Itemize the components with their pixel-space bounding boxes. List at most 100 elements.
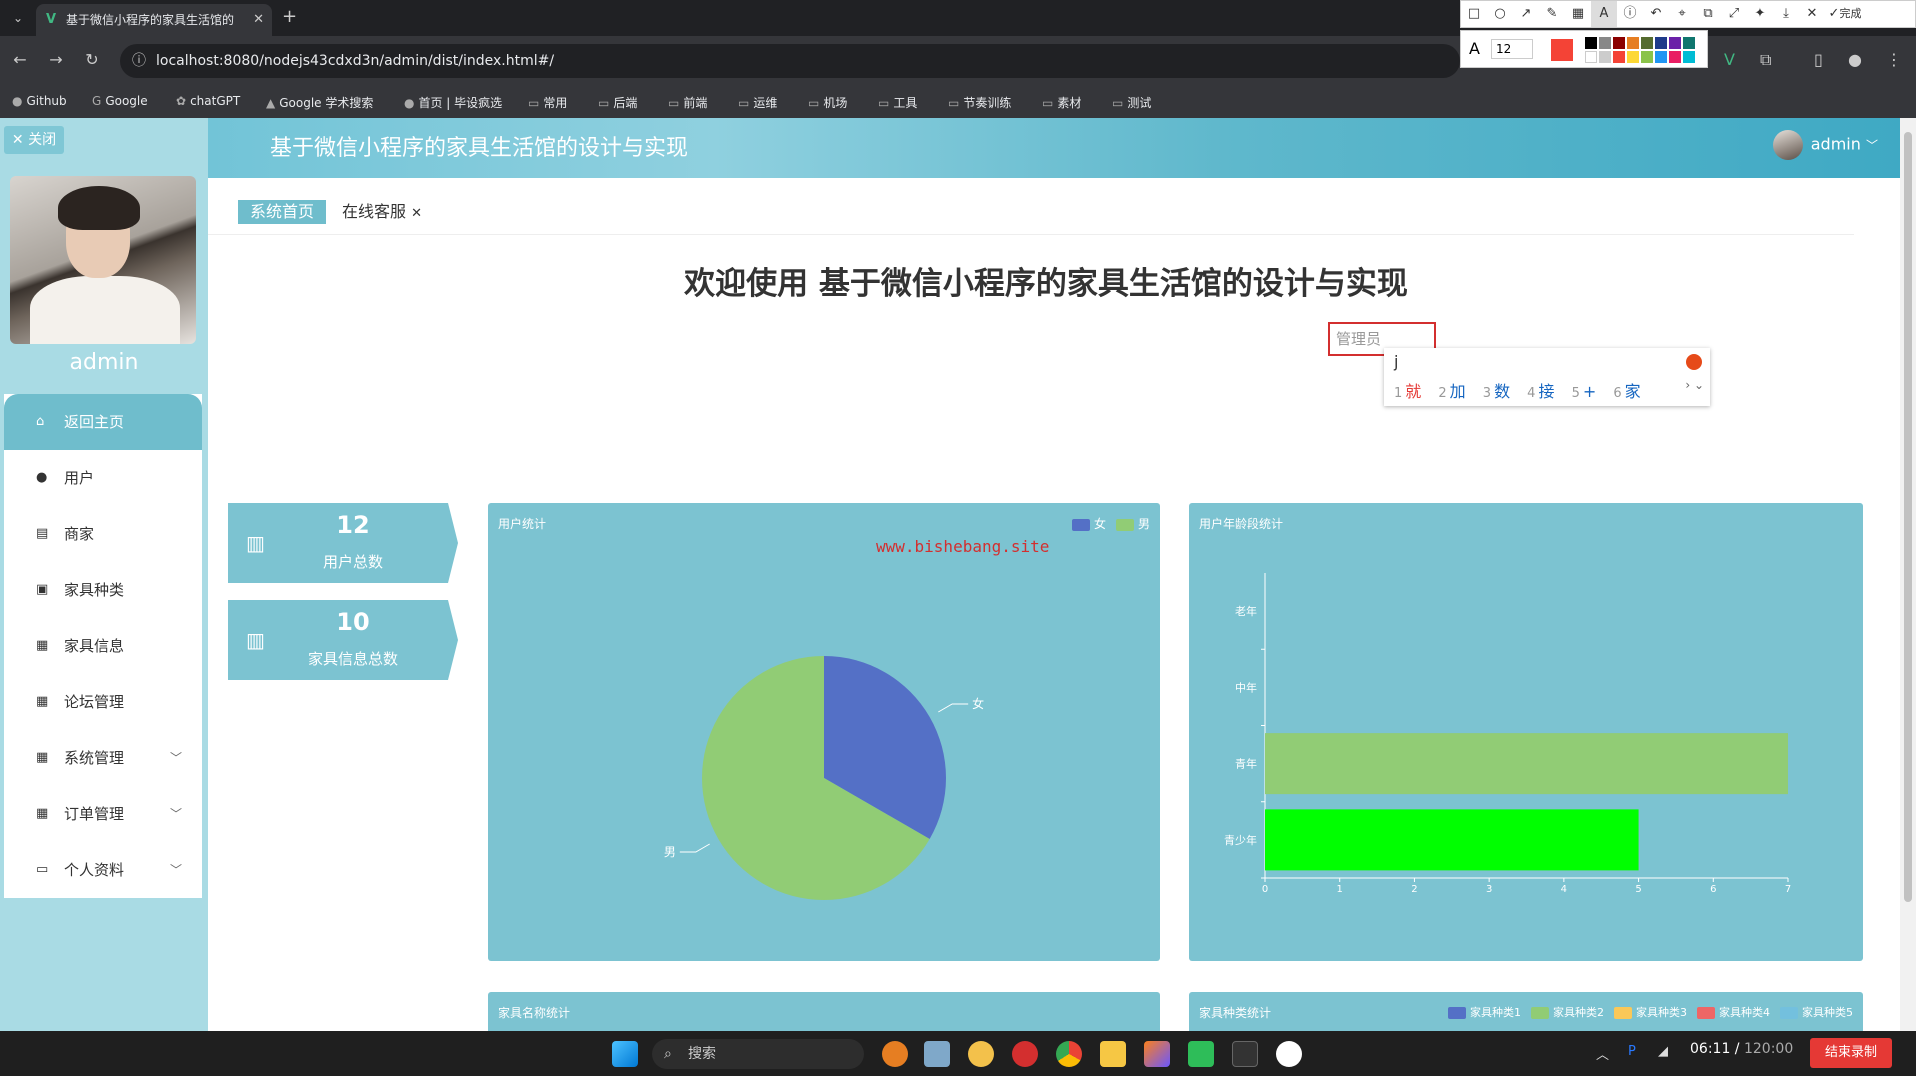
bookmark-github[interactable]: ● Github — [12, 94, 67, 108]
color-swatch[interactable] — [1627, 51, 1639, 63]
bookmark-folder-common[interactable]: ▭ 常用 — [528, 94, 567, 111]
tag-service[interactable]: 在线客服 ✕ — [342, 200, 422, 224]
bookmark-folder-frontend[interactable]: ▭ 前端 — [668, 94, 707, 111]
ime-candidate[interactable]: 4接 — [1527, 382, 1554, 401]
bar[interactable] — [1265, 733, 1788, 795]
legend-item[interactable]: 家具种类1 — [1448, 1006, 1521, 1019]
bookmark-folder-backend[interactable]: ▭ 后端 — [598, 94, 637, 111]
baidu-icon[interactable] — [968, 1041, 994, 1067]
copy-icon[interactable]: ⧉ — [1695, 1, 1721, 27]
bookmark-google[interactable]: G Google — [92, 94, 148, 108]
url-input[interactable]: ⓘ localhost:8080/nodejs43cdxd3n/admin/di… — [120, 44, 1460, 78]
back-icon[interactable]: ← — [10, 50, 30, 69]
ellipse-tool-icon[interactable]: ○ — [1487, 1, 1513, 27]
sidepanel-icon[interactable]: ▯ — [1814, 50, 1823, 69]
color-swatch[interactable] — [1613, 37, 1625, 49]
color-swatch[interactable] — [1655, 51, 1667, 63]
user-dropdown[interactable]: admin ﹀ — [1772, 130, 1878, 160]
bookmark-folder-assets[interactable]: ▭ 素材 — [1042, 94, 1081, 111]
page-scrollbar[interactable] — [1900, 118, 1916, 1031]
tag-close-icon[interactable]: ✕ — [411, 206, 422, 221]
bookmark-folder-test[interactable]: ▭ 测试 — [1112, 94, 1151, 111]
bookmark-folder-ops[interactable]: ▭ 运维 — [738, 94, 777, 111]
color-swatch[interactable] — [1613, 51, 1625, 63]
ime-candidate[interactable]: 6家 — [1613, 382, 1640, 401]
tray-network-icon[interactable]: ◢ — [1658, 1044, 1668, 1059]
expand-icon[interactable]: ⤢ — [1721, 1, 1747, 27]
sidebar-item-system[interactable]: ▦ 系统管理 ﹀ — [4, 730, 202, 786]
tray-chevron-icon[interactable]: ︿ — [1596, 1044, 1609, 1063]
sidebar-item-forum[interactable]: ▦ 论坛管理 — [4, 674, 202, 730]
site-info-icon[interactable]: ⓘ — [132, 44, 146, 78]
bookmark-folder-rhythm[interactable]: ▭ 节奏训练 — [948, 94, 1011, 111]
color-swatch[interactable] — [1669, 51, 1681, 63]
color-swatch[interactable] — [1599, 51, 1611, 63]
ime-candidate[interactable]: 1就 — [1394, 382, 1421, 401]
text-tool-icon[interactable]: A — [1591, 1, 1617, 27]
tag-home[interactable]: 系统首页 — [238, 200, 326, 224]
qq-icon[interactable] — [1276, 1041, 1302, 1067]
close-sidebar-button[interactable]: ✕ 关闭 — [4, 126, 64, 154]
bookmark-chatgpt[interactable]: ✿ chatGPT — [176, 94, 240, 108]
ime-candidate[interactable]: 5 + — [1572, 382, 1597, 401]
tray-app-icon[interactable]: P — [1628, 1044, 1636, 1059]
color-swatch[interactable] — [1627, 37, 1639, 49]
ime-candidate[interactable]: 2加 — [1438, 382, 1465, 401]
ime-next-icon[interactable]: › ⌄ — [1685, 378, 1704, 392]
windows-start-icon[interactable] — [612, 1041, 638, 1067]
taskbar-search[interactable]: ⌕ 搜索 — [652, 1039, 864, 1069]
bookmark-folder-airport[interactable]: ▭ 机场 — [808, 94, 847, 111]
current-color-swatch[interactable] — [1551, 39, 1573, 61]
mosaic-tool-icon[interactable]: ▦ — [1565, 1, 1591, 27]
mail-icon[interactable] — [924, 1041, 950, 1067]
color-swatch[interactable] — [1599, 37, 1611, 49]
profile-icon[interactable]: ● — [1848, 50, 1862, 69]
color-swatch[interactable] — [1683, 37, 1695, 49]
pen-tool-icon[interactable]: ✎ — [1539, 1, 1565, 27]
browser-menu-icon[interactable]: ⋮ — [1886, 50, 1902, 69]
bookmark-folder-tools[interactable]: ▭ 工具 — [878, 94, 917, 111]
bar[interactable] — [1265, 809, 1639, 871]
hbuilder-icon[interactable] — [1188, 1041, 1214, 1067]
color-swatch[interactable] — [1683, 51, 1695, 63]
legend-item[interactable]: 家具种类2 — [1531, 1006, 1604, 1019]
color-swatch[interactable] — [1641, 51, 1653, 63]
color-swatch[interactable] — [1641, 37, 1653, 49]
sidebar-item-orders[interactable]: ▦ 订单管理 ﹀ — [4, 786, 202, 842]
arrow-tool-icon[interactable]: ↗ — [1513, 1, 1539, 27]
legend-item[interactable]: 家具种类3 — [1614, 1006, 1687, 1019]
download-icon[interactable]: ⤓ — [1773, 1, 1799, 27]
color-swatch[interactable] — [1585, 37, 1597, 49]
color-swatch[interactable] — [1669, 37, 1681, 49]
pin-icon[interactable]: ⌖ — [1669, 1, 1695, 27]
browser-tab[interactable]: V 基于微信小程序的家具生活馆的 ✕ — [36, 4, 272, 36]
reload-icon[interactable]: ↻ — [82, 50, 102, 69]
bookmark-bishe[interactable]: ● 首页 | 毕设疯选 — [404, 94, 502, 111]
search-app-icon[interactable] — [882, 1041, 908, 1067]
number-tool-icon[interactable]: ⓘ — [1617, 1, 1643, 27]
tab-close-icon[interactable]: ✕ — [253, 4, 264, 36]
color-swatch[interactable] — [1655, 37, 1667, 49]
bookmark-scholar[interactable]: ▲ Google 学术搜索 — [266, 94, 373, 111]
sidebar-item-merchant[interactable]: ▤ 商家 — [4, 506, 202, 562]
legend-item[interactable]: 家具种类4 — [1697, 1006, 1770, 1019]
sidebar-item-furniture-info[interactable]: ▦ 家具信息 — [4, 618, 202, 674]
font-size-select[interactable]: 12 — [1491, 39, 1533, 59]
legend-item[interactable]: 家具种类5 — [1780, 1006, 1853, 1019]
terminal-icon[interactable] — [1232, 1041, 1258, 1067]
stop-recording-button[interactable]: 结束录制 — [1810, 1038, 1892, 1068]
file-explorer-icon[interactable] — [1100, 1041, 1126, 1067]
done-button[interactable]: ✓完成 — [1825, 1, 1865, 27]
sidebar-item-home[interactable]: ⌂ 返回主页 — [4, 394, 202, 450]
extensions-icon[interactable]: ⧉ — [1760, 50, 1771, 70]
vue-devtools-icon[interactable]: V — [1724, 50, 1735, 69]
ime-candidate[interactable]: 3数 — [1483, 382, 1510, 401]
new-tab-icon[interactable]: + — [282, 6, 297, 27]
webstorm-icon[interactable] — [1144, 1041, 1170, 1067]
rectangle-tool-icon[interactable]: □ — [1461, 1, 1487, 27]
undo-icon[interactable]: ↶ — [1643, 1, 1669, 27]
forward-icon[interactable]: → — [46, 50, 66, 69]
sidebar-item-user[interactable]: ● 用户 — [4, 450, 202, 506]
netease-icon[interactable] — [1012, 1041, 1038, 1067]
scroll-thumb[interactable] — [1904, 132, 1912, 902]
